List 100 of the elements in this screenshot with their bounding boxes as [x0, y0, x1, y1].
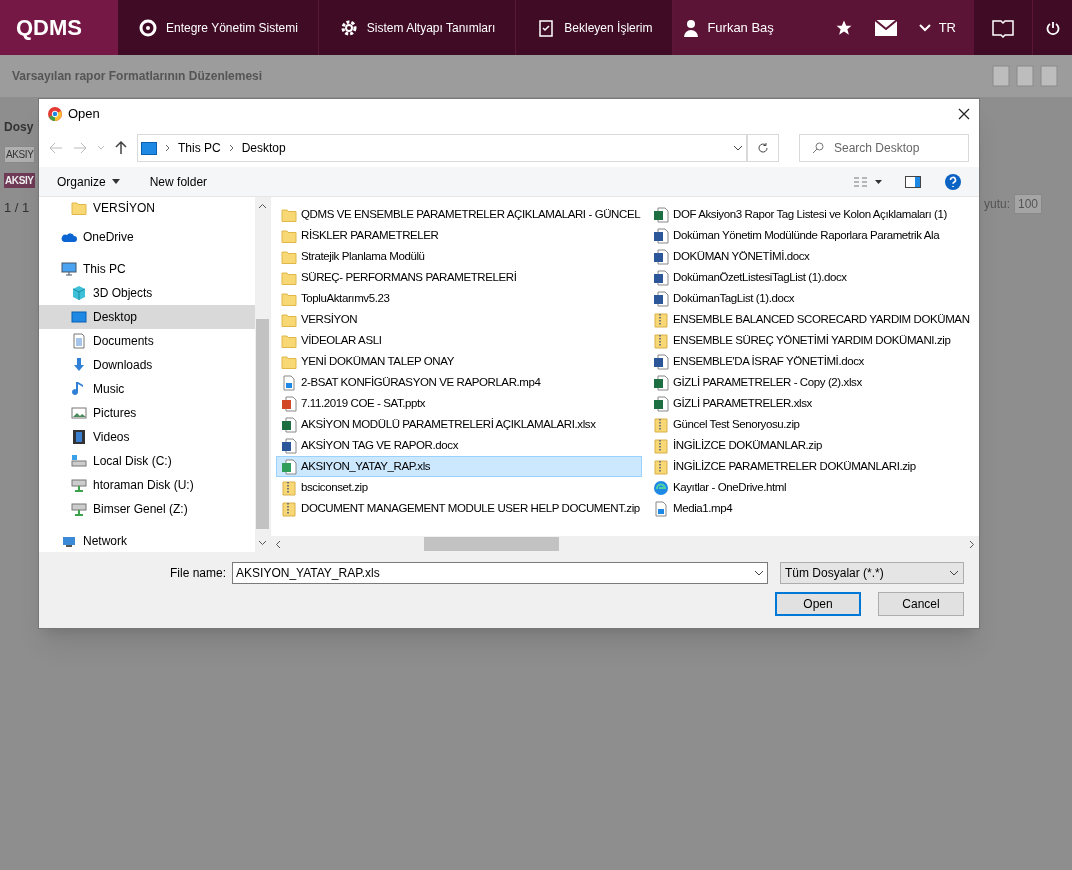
nav-item[interactable]: Bimser Genel (Z:): [39, 497, 255, 521]
file-item[interactable]: Stratejik Planlama Modülü: [276, 246, 646, 267]
folder-icon: [281, 290, 297, 307]
file-item[interactable]: YENİ DOKÜMAN TALEP ONAY: [276, 351, 646, 372]
mail-icon[interactable]: [874, 19, 897, 36]
zip-folder-icon: [653, 332, 669, 349]
nav-item[interactable]: VERSİYON: [39, 199, 255, 217]
nav-item[interactable]: htoraman Disk (U:): [39, 473, 255, 497]
search-field[interactable]: Search Desktop: [799, 134, 969, 162]
dialog-button[interactable]: Cancel: [878, 592, 964, 616]
view-options-icon[interactable]: [853, 175, 883, 188]
chevron-up-icon: [258, 203, 267, 209]
file-item[interactable]: DokümanÖzetListesiTagList (1).docx: [648, 267, 971, 288]
file-item[interactable]: 2-BSAT KONFİGÜRASYON VE RAPORLAR.mp4: [276, 372, 646, 393]
user-icon: [683, 18, 700, 37]
desktop-icon: [71, 309, 87, 325]
folder-icon: [281, 311, 297, 328]
dialog-title: Open: [68, 105, 101, 124]
file-item[interactable]: Media1.mp4: [648, 498, 971, 519]
nav-item[interactable]: OneDrive: [39, 225, 255, 249]
file-item[interactable]: DokümanTagList (1).docx: [648, 288, 971, 309]
close-icon[interactable]: [958, 108, 970, 120]
help-icon[interactable]: [945, 173, 961, 190]
select-field[interactable]: AKSIY: [4, 146, 36, 163]
file-item[interactable]: 7.11.2019 COE - SAT.pptx: [276, 393, 646, 414]
file-item[interactable]: VERSİYON: [276, 309, 646, 330]
nav-item[interactable]: Desktop: [39, 305, 255, 329]
page-size-label: yutu:: [984, 196, 1010, 213]
file-item[interactable]: GİZLİ PARAMETRELER.xlsx: [648, 393, 971, 414]
breadcrumb-item[interactable]: This PC: [178, 139, 221, 157]
nav-item[interactable]: Documents: [39, 329, 255, 353]
file-item[interactable]: İNGİLİZCE PARAMETRELER DOKÜMANLARI.zip: [648, 456, 971, 477]
file-item[interactable]: VİDEOLAR ASLI: [276, 330, 646, 351]
vertical-scrollbar[interactable]: [255, 197, 270, 552]
browser-file-icon: [653, 479, 669, 496]
nav-item[interactable]: Downloads: [39, 353, 255, 377]
file-item[interactable]: TopluAktarımv5.23: [276, 288, 646, 309]
file-item[interactable]: ENSEMBLE'DA İSRAF YÖNETİMİ.docx: [648, 351, 971, 372]
file-item[interactable]: bsciconset.zip: [276, 477, 646, 498]
logo: QDMS: [0, 0, 118, 55]
file-item[interactable]: ENSEMBLE SÜREÇ YÖNETİMİ YARDIM DOKÜMANI.zip: [648, 330, 971, 351]
file-item[interactable]: Güncel Test Senoryosu.zip: [648, 414, 971, 435]
spreadsheet-file-icon: [281, 416, 297, 433]
file-item[interactable]: İNGİLİZCE DOKÜMANLAR.zip: [648, 435, 971, 456]
nav-item[interactable]: 3D Objects: [39, 281, 255, 305]
file-item[interactable]: Kayıtlar - OneDrive.html: [648, 477, 971, 498]
file-item[interactable]: AKSİYON TAG VE RAPOR.docx: [276, 435, 646, 456]
file-item[interactable]: SÜREÇ- PERFORMANS PARAMETRELERİ: [276, 267, 646, 288]
zip-folder-icon: [653, 458, 669, 475]
q-logo-icon: [138, 17, 158, 38]
file-type-select[interactable]: Tüm Dosyalar (*.*): [780, 562, 964, 584]
document-file-icon: [653, 353, 669, 370]
folder-icon: [281, 248, 297, 265]
language-selector[interactable]: TR: [938, 17, 956, 38]
power-icon[interactable]: [1045, 20, 1060, 35]
file-item[interactable]: RİSKLER PARAMETRELER: [276, 225, 646, 246]
nav-item[interactable]: Videos: [39, 425, 255, 449]
file-name-field[interactable]: AKSIYON_YATAY_RAP.xls: [232, 562, 769, 584]
chevron-down-icon: [754, 570, 765, 576]
file-item[interactable]: DOKÜMAN YÖNETİMİ.docx: [648, 246, 971, 267]
desktop-icon: [141, 141, 157, 155]
nav-item[interactable]: Network: [39, 529, 255, 552]
spreadsheet-file-icon: [653, 206, 669, 223]
picture-icon: [71, 405, 87, 421]
file-item[interactable]: DOF Aksiyon3 Rapor Tag Listesi ve Kolon Açıklamaları (1): [648, 204, 971, 225]
chevron-down-icon[interactable]: [733, 145, 743, 151]
page-title: Varsayılan rapor Formatlarının Düzenlemesi: [12, 68, 263, 85]
chevron-down-icon: [258, 540, 267, 546]
user-name: Furkan Baş: [707, 18, 774, 37]
zip-folder-icon: [281, 500, 297, 517]
address-bar[interactable]: This PC Desktop: [137, 134, 747, 162]
file-item[interactable]: ENSEMBLE BALANCED SCORECARD YARDIM DOKÜMAN: [648, 309, 971, 330]
toolbar-button[interactable]: Organize: [57, 172, 120, 191]
search-icon: [812, 142, 824, 154]
book-icon[interactable]: [992, 17, 1014, 38]
breadcrumb-item[interactable]: Desktop: [241, 139, 286, 157]
file-item[interactable]: GİZLİ PARAMETRELER - Copy (2).xlsx: [648, 372, 971, 393]
file-item[interactable]: AKSİYON MODÜLÜ PARAMETRELERİ AÇIKLAMALARI.xlsx: [276, 414, 646, 435]
file-item[interactable]: AKSIYON_YATAY_RAP.xls: [276, 456, 642, 477]
zip-folder-icon: [653, 311, 669, 328]
document-file-icon: [653, 269, 669, 286]
preview-pane-icon[interactable]: [905, 175, 921, 188]
folder-icon: [71, 200, 87, 216]
zip-folder-icon: [653, 437, 669, 454]
video-file-icon: [653, 500, 669, 517]
file-item[interactable]: QDMS VE ENSEMBLE PARAMETRELER AÇIKLAMALARI - GÜNCEL: [276, 204, 646, 225]
nav-item[interactable]: This PC: [39, 257, 255, 281]
computer-icon: [61, 261, 77, 277]
chevron-down-icon: [949, 570, 959, 576]
up-arrow-icon[interactable]: [115, 141, 127, 155]
pager-text: 1 / 1: [4, 199, 30, 217]
dialog-button[interactable]: Open: [775, 592, 861, 616]
disk-drive-icon: [71, 453, 87, 469]
nav-item[interactable]: Pictures: [39, 401, 255, 425]
file-item[interactable]: DOCUMENT MANAGEMENT MODULE USER HELP DOCUMENT.zip: [276, 498, 646, 519]
nav-item[interactable]: Local Disk (C:): [39, 449, 255, 473]
nav-item[interactable]: Music: [39, 377, 255, 401]
toolbar-button[interactable]: New folder: [149, 172, 208, 191]
folder-icon: [281, 206, 297, 223]
file-item[interactable]: Doküman Yönetim Modülünde Raporlara Parametrik Ala: [648, 225, 971, 246]
